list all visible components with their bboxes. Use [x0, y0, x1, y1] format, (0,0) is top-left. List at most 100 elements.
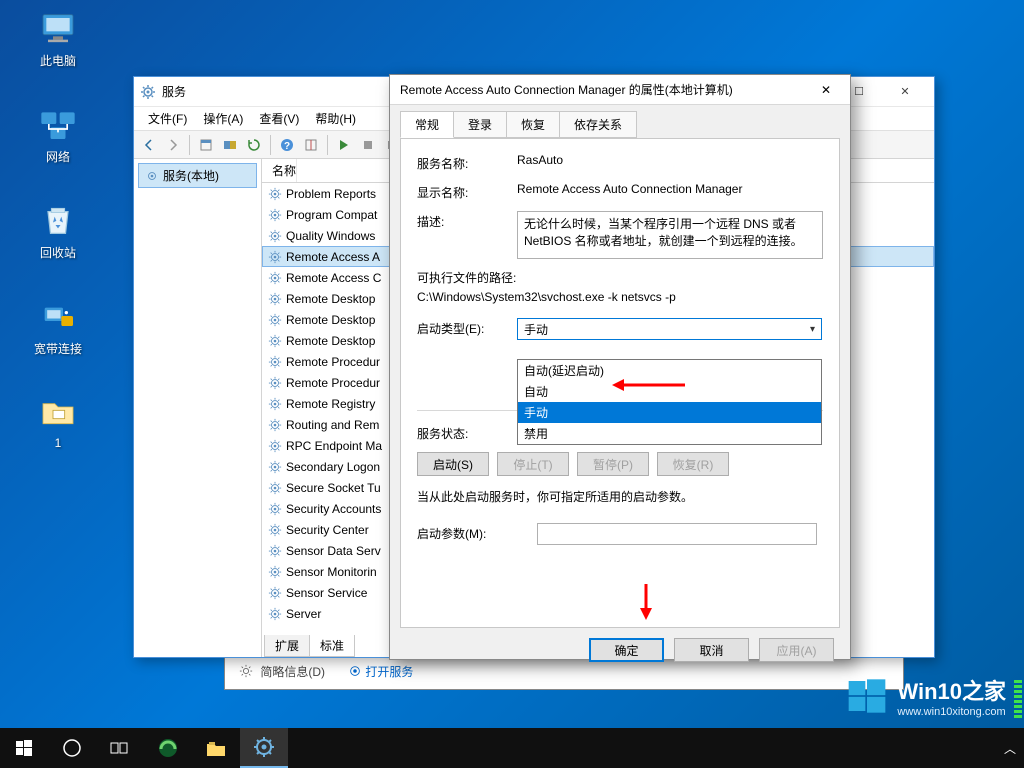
menu-view[interactable]: 查看(V) — [251, 108, 307, 129]
watermark-url: www.win10xitong.com — [897, 706, 1006, 718]
gear-icon — [268, 607, 282, 621]
gear-icon — [268, 481, 282, 495]
gear-icon — [268, 565, 282, 579]
gear-icon — [140, 84, 156, 100]
tab-logon[interactable]: 登录 — [453, 111, 507, 138]
gear-icon — [268, 523, 282, 537]
forward-button[interactable] — [162, 134, 184, 156]
tab-extended[interactable]: 扩展 — [264, 635, 310, 657]
resume-button: 恢复(R) — [657, 452, 729, 476]
list-tabs: 扩展 标准 — [264, 635, 354, 657]
refresh-button[interactable] — [243, 134, 265, 156]
stop-button[interactable] — [357, 134, 379, 156]
label-description: 描述: — [417, 211, 517, 230]
label-startup-type: 启动类型(E): — [417, 318, 517, 337]
stop-button: 停止(T) — [497, 452, 569, 476]
gear-icon — [268, 460, 282, 474]
gear-icon — [268, 355, 282, 369]
pause-button: 暂停(P) — [577, 452, 649, 476]
label-service-status: 服务状态: — [417, 423, 517, 442]
close-button[interactable]: ✕ — [812, 76, 840, 104]
menu-help[interactable]: 帮助(H) — [307, 108, 364, 129]
back-button[interactable] — [138, 134, 160, 156]
startup-type-dropdown: 自动(延迟启动) 自动 手动 禁用 — [517, 359, 822, 445]
taskbar-app-explorer[interactable] — [192, 728, 240, 768]
tray-chevron-icon[interactable]: ︿ — [1004, 740, 1016, 757]
chevron-down-icon: ▾ — [810, 324, 815, 335]
gear-icon — [268, 544, 282, 558]
gear-icon — [268, 271, 282, 285]
label-exec-path: 可执行文件的路径: — [417, 269, 823, 286]
menu-file[interactable]: 文件(F) — [140, 108, 195, 129]
taskbar-app-services[interactable] — [240, 728, 288, 768]
description-box[interactable]: 无论什么时候，当某个程序引用一个远程 DNS 或者 NetBIOS 名称或者地址… — [517, 211, 823, 259]
network-label: 网络 — [20, 148, 96, 165]
properties-titlebar[interactable]: Remote Access Auto Connection Manager 的属… — [390, 75, 850, 105]
option-disabled[interactable]: 禁用 — [518, 423, 821, 444]
desktop-icon-folder[interactable]: 1 — [20, 392, 96, 450]
detail-link[interactable]: 简略信息(D) — [260, 665, 325, 679]
properties-title: Remote Access Auto Connection Manager 的属… — [400, 81, 812, 98]
cancel-button[interactable]: 取消 — [674, 638, 749, 662]
label-start-params: 启动参数(M): — [417, 523, 537, 542]
tree-item-local-services[interactable]: 服务(本地) — [138, 163, 257, 188]
gear-icon — [268, 397, 282, 411]
start-button[interactable]: 启动(S) — [417, 452, 489, 476]
gear-icon — [268, 376, 282, 390]
computer-label: 此电脑 — [20, 52, 96, 69]
recycle-label: 回收站 — [20, 244, 96, 261]
properties-dialog: Remote Access Auto Connection Manager 的属… — [389, 74, 851, 660]
apply-button: 应用(A) — [759, 638, 834, 662]
task-view-button[interactable] — [96, 728, 144, 768]
start-params-input[interactable] — [537, 523, 817, 545]
gear-icon — [268, 502, 282, 516]
windows-logo-icon — [847, 676, 887, 716]
start-button[interactable] — [0, 728, 48, 768]
play-button[interactable] — [333, 134, 355, 156]
gear-icon — [268, 418, 282, 432]
taskbar-app-edge[interactable] — [144, 728, 192, 768]
system-tray[interactable]: ︿ — [1004, 740, 1024, 757]
tab-deps[interactable]: 依存关系 — [559, 111, 637, 138]
startup-type-select[interactable]: 手动 ▾ — [517, 318, 822, 340]
option-manual[interactable]: 手动 — [518, 402, 821, 423]
menu-action[interactable]: 操作(A) — [195, 108, 251, 129]
watermark: Win10之家 www.win10xitong.com — [847, 674, 1006, 718]
folder-label: 1 — [20, 436, 96, 450]
desktop-icon-broadband[interactable]: 宽带连接 — [20, 296, 96, 357]
watermark-brand: Win10之家 — [897, 674, 1006, 706]
label-service-name: 服务名称: — [417, 153, 517, 172]
toolbar-button[interactable] — [219, 134, 241, 156]
desktop-icon-computer[interactable]: 此电脑 — [20, 8, 96, 69]
value-exec-path: C:\Windows\System32\svchost.exe -k netsv… — [417, 290, 823, 304]
help-button[interactable]: ? — [276, 134, 298, 156]
gear-icon — [268, 187, 282, 201]
properties-tabs: 常规 登录 恢复 依存关系 — [390, 105, 850, 138]
gear-icon — [268, 334, 282, 348]
start-params-hint: 当从此处启动服务时，你可指定所适用的启动参数。 — [417, 488, 823, 505]
tab-standard[interactable]: 标准 — [309, 635, 355, 657]
tab-general[interactable]: 常规 — [400, 111, 454, 138]
gear-icon — [268, 439, 282, 453]
svg-text:?: ? — [284, 141, 290, 152]
close-button[interactable]: ✕ — [882, 78, 928, 106]
properties-body: 服务名称: RasAuto 显示名称: Remote Access Auto C… — [400, 138, 840, 628]
option-auto-delayed[interactable]: 自动(延迟启动) — [518, 360, 821, 381]
toolbar-button[interactable] — [195, 134, 217, 156]
label-display-name: 显示名称: — [417, 182, 517, 201]
taskbar: ︿ — [0, 728, 1024, 768]
gear-icon — [268, 586, 282, 600]
gear-icon — [268, 229, 282, 243]
gear-icon — [268, 208, 282, 222]
properties-footer: 确定 取消 应用(A) — [390, 628, 850, 672]
ok-button[interactable]: 确定 — [589, 638, 664, 662]
desktop-icon-network[interactable]: 网络 — [20, 104, 96, 165]
tab-recovery[interactable]: 恢复 — [506, 111, 560, 138]
resource-meter — [1014, 670, 1022, 718]
option-auto[interactable]: 自动 — [518, 381, 821, 402]
desktop-icon-recycle[interactable]: 回收站 — [20, 200, 96, 261]
gear-icon — [268, 292, 282, 306]
toolbar-button[interactable] — [300, 134, 322, 156]
gear-icon — [268, 250, 282, 264]
cortana-button[interactable] — [48, 728, 96, 768]
